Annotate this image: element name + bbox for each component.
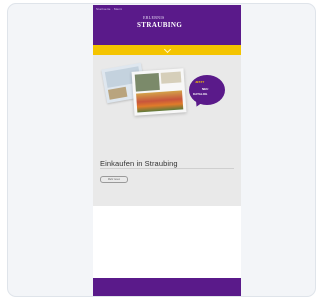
bubble-text-3: KATALOG xyxy=(193,92,208,96)
hero-section: JETZT NEU KATALOG Einkaufen in Straubing… xyxy=(93,55,241,206)
header-bar: Startseite · Menü ERLEBNIS STRAUBING xyxy=(93,5,241,45)
top-nav-text[interactable]: Startseite · Menü xyxy=(96,7,122,11)
read-more-button[interactable]: Mehr lesen xyxy=(100,176,128,183)
tulip-photo xyxy=(136,90,184,113)
preview-card: Startseite · Menü ERLEBNIS STRAUBING JET… xyxy=(7,3,316,297)
logo-main-text: STRAUBING xyxy=(137,21,183,29)
page-headline: Einkaufen in Straubing xyxy=(100,159,178,168)
mobile-page-preview: Startseite · Menü ERLEBNIS STRAUBING JET… xyxy=(93,5,241,296)
bubble-text-2: NEU xyxy=(202,87,209,91)
logo-top-text: ERLEBNIS xyxy=(143,15,165,20)
brochure-image-front xyxy=(131,68,187,116)
menu-toggle-bar[interactable] xyxy=(93,45,241,55)
footer-bar xyxy=(93,278,241,296)
divider xyxy=(100,168,234,169)
brochure-photo xyxy=(134,72,160,92)
site-logo[interactable]: ERLEBNIS STRAUBING xyxy=(137,15,197,33)
brochure-photo xyxy=(107,86,128,100)
speech-bubble-badge: JETZT NEU KATALOG xyxy=(189,75,225,105)
bubble-text-1: JETZT xyxy=(195,80,205,84)
brochure-photo xyxy=(160,71,182,84)
chevron-down-icon xyxy=(163,45,172,54)
